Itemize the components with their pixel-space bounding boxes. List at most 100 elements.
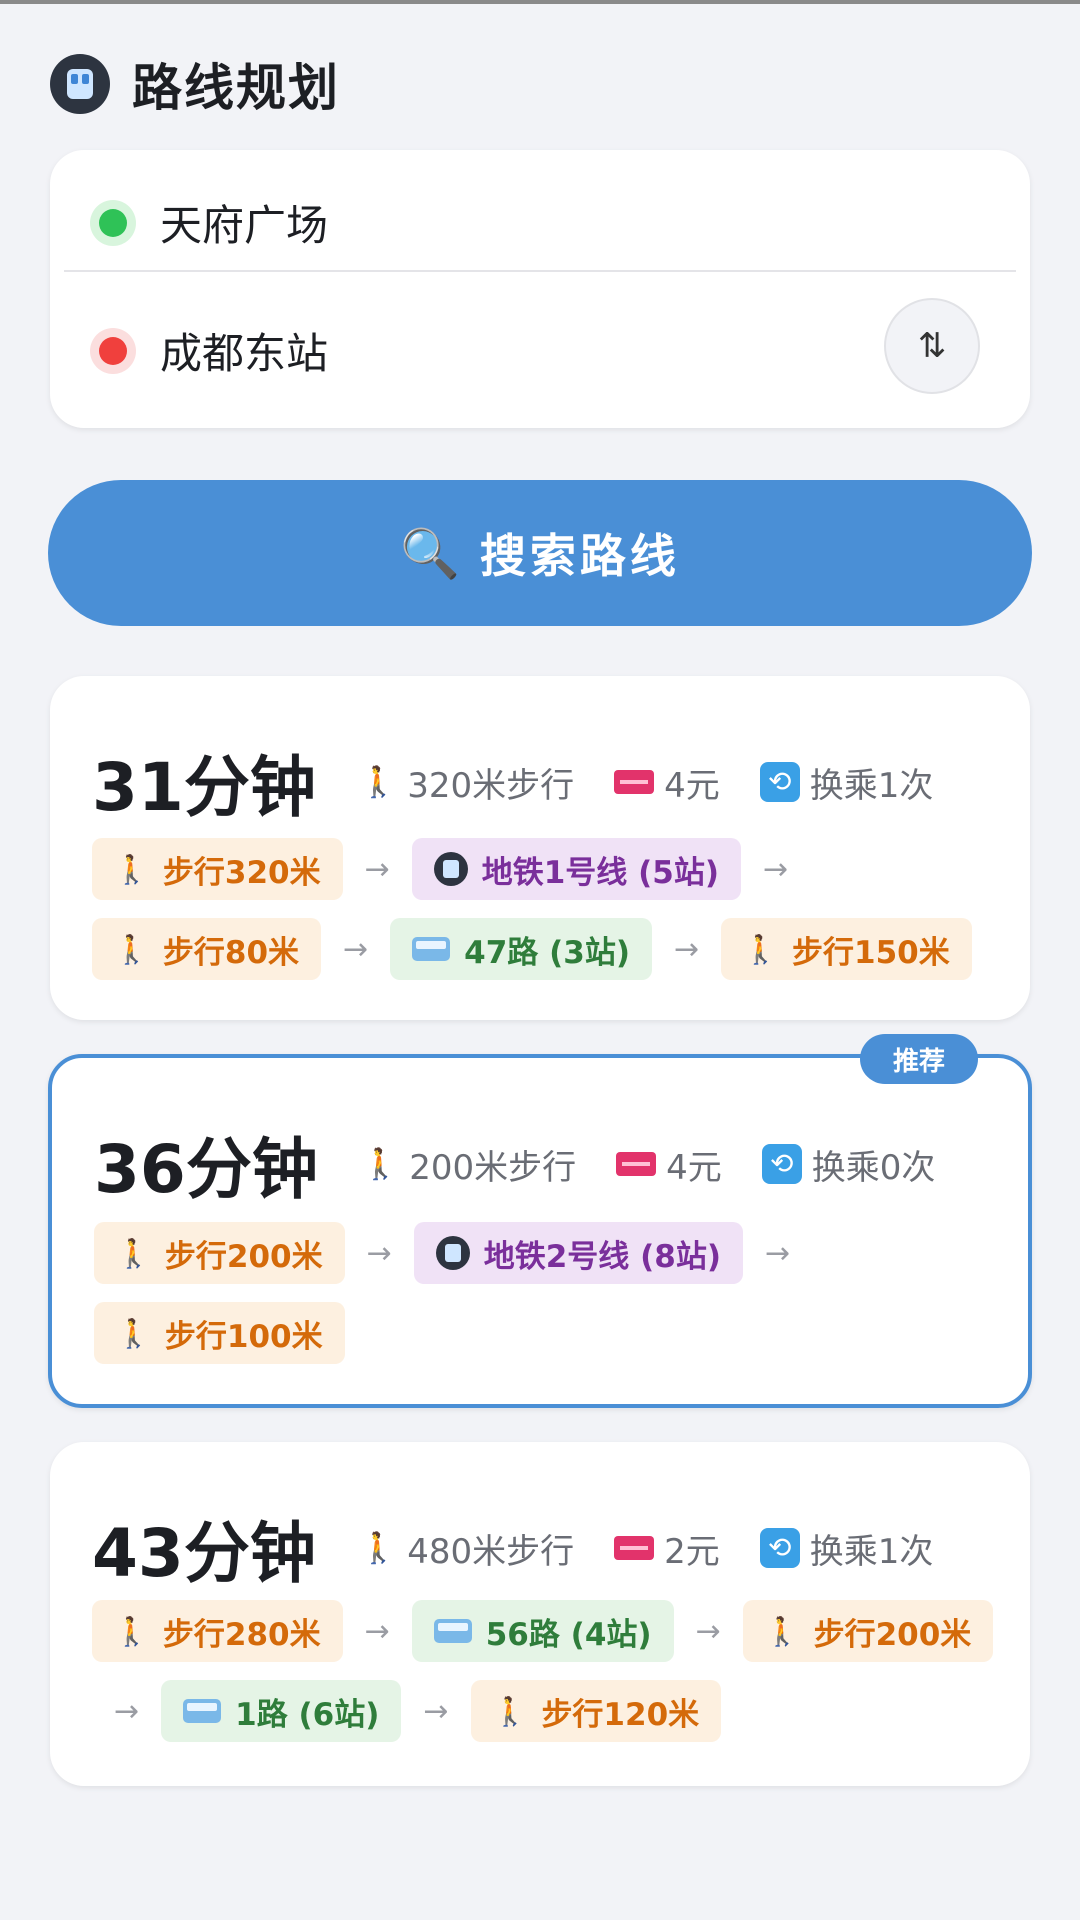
arrow-right-icon: → [114, 1693, 140, 1729]
segment-label: 步行320米 [162, 854, 321, 891]
walking-icon: 🚶 [116, 1316, 151, 1350]
search-button-label: 搜索路线 [479, 529, 680, 583]
route-summary: 36分钟 🚶 200米步行 4元 ⟲ 换乘0次 [94, 1116, 975, 1212]
walk-distance: 🚶 200米步行 [362, 1140, 576, 1189]
swap-arrows-icon: ⇅ [917, 326, 947, 366]
metro-icon [50, 54, 110, 114]
route-segments: 🚶 步行200米 → 地铁2号线 (8站) → 🚶 步行100米 [94, 1222, 998, 1364]
destination-value[interactable]: 成都东站 [160, 320, 328, 381]
segment-label: 步行200米 [164, 1238, 323, 1275]
segment-label: 步行150米 [792, 934, 950, 971]
walk-segment: 🚶 步行120米 [470, 1680, 722, 1742]
bus-segment: 47路 (3站) [390, 918, 652, 980]
arrow-right-icon: → [343, 931, 369, 967]
walking-icon: 🚶 [116, 1236, 151, 1270]
walking-icon: 🚶 [361, 1146, 400, 1182]
walking-icon: 🚶 [114, 932, 149, 966]
arrow-right-icon: → [366, 1235, 392, 1271]
destination-dot-icon [90, 327, 136, 374]
walking-icon: 🚶 [359, 764, 398, 800]
metro-segment: 地铁2号线 (8站) [413, 1222, 744, 1284]
bus-segment: 1路 (6站) [161, 1680, 402, 1742]
walking-icon: 🚶 [114, 1614, 149, 1648]
walk-distance-label: 480米步行 [407, 1531, 575, 1572]
bus-icon [183, 1699, 222, 1723]
page-header: 路线规划 [50, 48, 340, 120]
fare: 2元 [614, 1524, 720, 1573]
origin-destination-card: 天府广场 成都东站 ⇅ [50, 150, 1030, 428]
walk-segment: 🚶 步行280米 [92, 1600, 343, 1662]
ticket-icon [614, 1536, 655, 1560]
walk-distance-label: 200米步行 [409, 1147, 577, 1188]
route-segments: 🚶 步行320米 → 地铁1号线 (5站) → 🚶 步行80米 → 47路 (3站) → 🚶 步行15… [92, 838, 1000, 980]
arrow-right-icon: → [763, 851, 789, 887]
bus-segment: 56路 (4站) [411, 1600, 674, 1662]
route-duration: 43分钟 [92, 1515, 316, 1592]
transfer-icon: ⟲ [759, 1528, 800, 1568]
arrow-right-icon: → [695, 1613, 721, 1649]
walk-segment: 🚶 步行200米 [94, 1222, 345, 1284]
route-card[interactable]: 43分钟 🚶 480米步行 2元 ⟲ 换乘1次 🚶 步行280米 → 56路 (4站) → 🚶 步行20… [50, 1442, 1030, 1786]
route-card[interactable]: 推荐 36分钟 🚶 200米步行 4元 ⟲ 换乘0次 🚶 步行200米 → 地铁2号线 (8站) → 🚶… [48, 1034, 1032, 1408]
walking-icon: 🚶 [359, 1530, 398, 1566]
divider [64, 270, 1016, 272]
walk-distance: 🚶 480米步行 [360, 1524, 574, 1573]
route-segments: 🚶 步行280米 → 56路 (4站) → 🚶 步行200米 → 1路 (6站) → 🚶 步行120米 [92, 1600, 1000, 1742]
walking-icon: 🚶 [764, 1614, 800, 1648]
walk-segment: 🚶 步行80米 [92, 918, 322, 980]
metro-segment: 地铁1号线 (5站) [411, 838, 742, 900]
transfers-label: 换乘0次 [811, 1147, 936, 1188]
walk-distance: 🚶 320米步行 [360, 758, 574, 807]
recommended-badge: 推荐 [860, 1034, 978, 1084]
search-icon: 🔍 [400, 525, 460, 582]
fare: 4元 [614, 758, 720, 807]
route-card[interactable]: 31分钟 🚶 320米步行 4元 ⟲ 换乘1次 🚶 步行320米 → 地铁1号线 (5站) → 🚶 步行… [50, 676, 1030, 1020]
segment-label: 步行80米 [162, 934, 300, 971]
transfers-label: 换乘1次 [809, 765, 934, 806]
transfer-icon: ⟲ [761, 1144, 802, 1184]
segment-label: 步行280米 [162, 1616, 321, 1653]
segment-label: 56路 (4站) [485, 1616, 652, 1653]
ticket-icon [614, 770, 655, 794]
origin-value[interactable]: 天府广场 [160, 192, 328, 253]
swap-button[interactable]: ⇅ [884, 298, 980, 394]
arrow-right-icon: → [423, 1693, 449, 1729]
route-summary: 31分钟 🚶 320米步行 4元 ⟲ 换乘1次 [92, 734, 973, 830]
walking-icon: 🚶 [114, 852, 149, 886]
segment-label: 步行120米 [541, 1696, 700, 1733]
transfers-label: 换乘1次 [809, 1531, 934, 1572]
walk-segment: 🚶 步行150米 [721, 918, 972, 980]
walk-distance-label: 320米步行 [407, 765, 575, 806]
transfers: ⟲ 换乘1次 [759, 758, 934, 807]
search-route-button[interactable]: 🔍 搜索路线 [48, 480, 1032, 626]
segment-label: 步行200米 [813, 1616, 972, 1653]
walking-icon: 🚶 [492, 1694, 528, 1728]
origin-field[interactable]: 天府广场 [90, 192, 328, 253]
origin-dot-icon [90, 199, 136, 246]
bus-icon [412, 937, 451, 961]
walk-segment: 🚶 步行100米 [94, 1302, 345, 1364]
segment-label: 47路 (3站) [464, 934, 630, 971]
segment-label: 地铁1号线 (5站) [481, 854, 720, 891]
arrow-right-icon: → [364, 1613, 390, 1649]
segment-label: 1路 (6站) [235, 1696, 380, 1733]
walk-segment: 🚶 步行200米 [742, 1600, 994, 1662]
metro-icon [433, 852, 468, 886]
page-title: 路线规划 [132, 59, 340, 117]
walk-segment: 🚶 步行320米 [92, 838, 343, 900]
fare: 4元 [616, 1140, 722, 1189]
transfers: ⟲ 换乘1次 [759, 1524, 934, 1573]
arrow-right-icon: → [765, 1235, 791, 1271]
fare-label: 2元 [664, 1531, 720, 1572]
metro-icon [435, 1236, 470, 1270]
status-line [0, 0, 1080, 4]
destination-field[interactable]: 成都东站 [90, 320, 328, 381]
arrow-right-icon: → [364, 851, 390, 887]
fare-label: 4元 [664, 765, 720, 806]
transfer-icon: ⟲ [759, 762, 800, 802]
ticket-icon [616, 1152, 657, 1176]
route-summary: 43分钟 🚶 480米步行 2元 ⟲ 换乘1次 [92, 1500, 973, 1596]
segment-label: 步行100米 [164, 1318, 323, 1355]
arrow-right-icon: → [674, 931, 700, 967]
route-duration: 31分钟 [92, 749, 316, 826]
